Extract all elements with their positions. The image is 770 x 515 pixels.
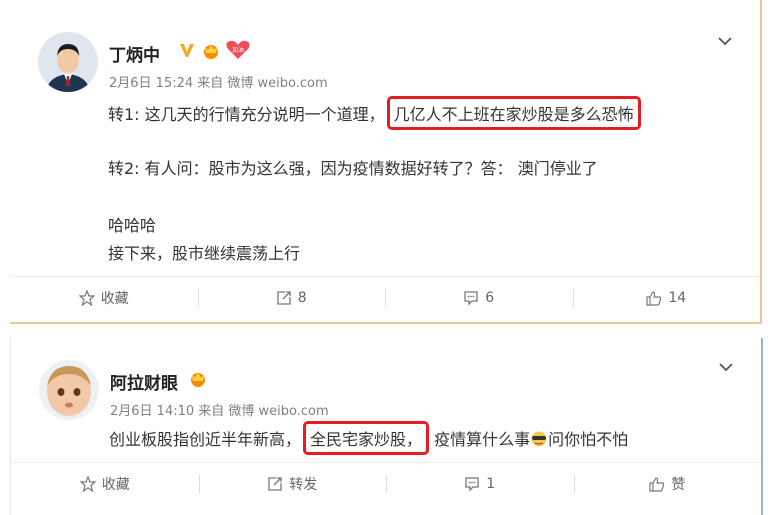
post-text: 创业板股指创近半年新高， xyxy=(109,430,302,449)
author-name[interactable]: 阿拉财眼 xyxy=(110,369,178,394)
avatar-baby-icon xyxy=(39,360,99,420)
star-icon xyxy=(78,290,95,306)
weibo-post-card: 阿拉财眼 2月6日 14:10 来自 微博 weibo.com 创业板股指创近半… xyxy=(10,338,763,515)
highlighted-phrase: 全民宅家炒股， xyxy=(303,421,430,455)
repost-label: 转发 xyxy=(289,477,318,493)
post-text: 转1: 这几天的行情充分说明一个道理， xyxy=(108,105,385,124)
comment-count: 6 xyxy=(485,290,495,306)
favorite-button[interactable]: 收藏 xyxy=(11,463,199,505)
like-button[interactable]: 14 xyxy=(572,277,761,319)
verified-v-icon xyxy=(180,44,194,57)
repost-button[interactable]: 8 xyxy=(197,277,386,319)
favorite-label: 收藏 xyxy=(100,291,129,307)
comment-icon xyxy=(464,291,478,306)
repost-icon xyxy=(268,477,282,491)
comment-button[interactable]: 6 xyxy=(385,277,573,319)
post-text: 疫情算什么事 xyxy=(434,430,531,449)
emoji-sunglasses-icon xyxy=(531,431,547,447)
action-bar: 收藏 8 6 14 xyxy=(10,276,760,319)
post-text: 问你怕不怕 xyxy=(548,430,629,449)
badge-text: 加油 xyxy=(232,46,244,54)
avatar[interactable] xyxy=(39,360,99,420)
thumbs-up-icon xyxy=(646,291,662,306)
like-label: 赞 xyxy=(671,477,686,493)
post-text-line: 哈哈哈 xyxy=(108,216,157,235)
like-count: 14 xyxy=(668,290,687,306)
highlighted-phrase: 几亿人不上班在家炒股是多么恐怖 xyxy=(386,96,641,130)
favorite-label: 收藏 xyxy=(101,477,130,493)
avatar-portrait-icon xyxy=(38,32,98,92)
avatar[interactable] xyxy=(38,32,98,92)
chevron-down-icon[interactable] xyxy=(719,360,733,374)
like-button[interactable]: 赞 xyxy=(573,463,762,505)
vip-crown-icon xyxy=(204,45,218,59)
comment-icon xyxy=(465,477,479,492)
post-timestamp-source: 2月6日 14:10 来自 微博 weibo.com xyxy=(110,404,329,419)
thumbs-up-icon xyxy=(649,477,665,492)
repost-button[interactable]: 转发 xyxy=(198,463,387,505)
repost-count: 8 xyxy=(297,290,307,306)
repost-icon xyxy=(277,291,291,305)
post-text-line: 转2: 有人问：股市为这么强，因为疫情数据好转了？答： 澳门停业了 xyxy=(108,159,598,178)
comment-count: 1 xyxy=(486,476,496,492)
author-name[interactable]: 丁炳中 xyxy=(109,41,160,66)
post-text-line: 接下来，股市继续震荡上行 xyxy=(108,244,301,263)
star-icon xyxy=(79,476,96,492)
comment-button[interactable]: 1 xyxy=(386,463,574,505)
weibo-post-card: 丁炳中 加油 2月6日 15:24 来自 微博 weibo.com 转1: 这几… xyxy=(10,0,762,324)
post-text-line: 创业板股指创近半年新高， 全民宅家炒股， 疫情算什么事 问你怕不怕 xyxy=(109,421,628,455)
vip-crown-icon xyxy=(191,373,205,387)
post-timestamp-source: 2月6日 15:24 来自 微博 weibo.com xyxy=(109,76,328,91)
post-text-line: 转1: 这几天的行情充分说明一个道理， 几亿人不上班在家炒股是多么恐怖 xyxy=(108,96,641,130)
favorite-button[interactable]: 收藏 xyxy=(10,277,198,319)
chevron-down-icon[interactable] xyxy=(718,34,732,48)
action-bar: 收藏 转发 1 赞 xyxy=(11,462,761,505)
cheer-heart-badge-icon: 加油 xyxy=(226,40,250,59)
